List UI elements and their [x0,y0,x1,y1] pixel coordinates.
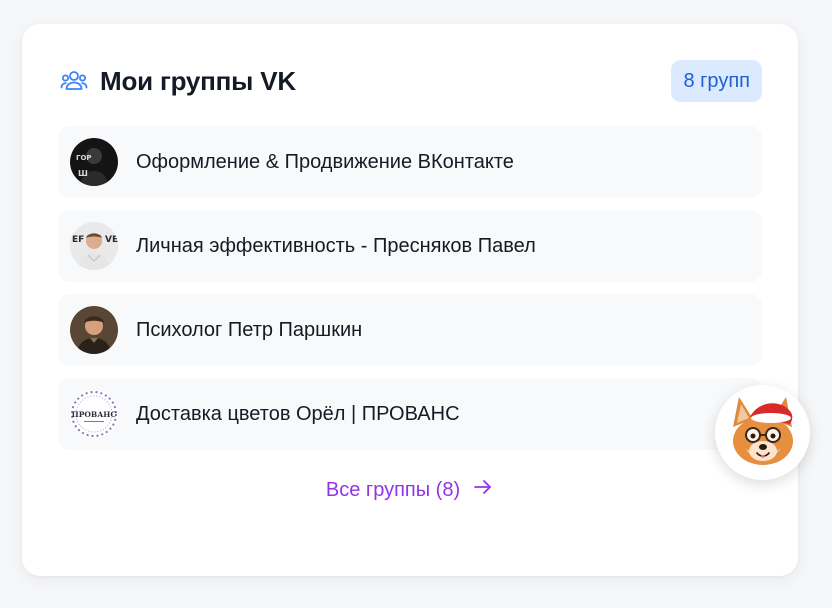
provance-logo-text: ПРОВАНС [72,410,117,419]
all-groups-link[interactable]: Все группы (8) [22,476,798,504]
svg-text:ГОР: ГОР [76,154,92,162]
group-item[interactable]: EF VE Личная эффективность - Пресняков П… [58,210,762,282]
group-name: Психолог Петр Паршкин [136,318,363,341]
group-list: ГОР Ш Оформление & Продвижение ВКонтакте… [58,126,762,462]
title-group: Мои группы VK [60,66,296,97]
card-title: Мои группы VK [100,65,296,96]
users-icon [60,67,88,95]
svg-text:EF: EF [72,235,84,245]
group-name: Личная эффективность - Пресняков Павел [136,234,536,257]
group-item[interactable]: ГОР Ш Оформление & Продвижение ВКонтакте [58,126,762,198]
groups-card: Мои группы VK 8 групп ГОР Ш Оформление &… [22,24,798,576]
group-name: Доставка цветов Орёл | ПРОВАНС [136,402,460,425]
man-portrait-avatar [70,306,118,354]
group-count-badge: 8 групп [671,60,762,102]
group-name: Оформление & Продвижение ВКонтакте [136,150,514,173]
arrow-right-icon [472,476,494,504]
card-header: Мои группы VK 8 групп [60,60,762,102]
corgi-santa-mascot-icon[interactable] [715,385,810,480]
svg-text:VE: VE [105,235,118,245]
provance-logo-avatar: ПРОВАНС [70,390,118,438]
man-portrait-avatar: EF VE [70,222,118,270]
dark-portrait-avatar: ГОР Ш [70,138,118,186]
svg-text:Ш: Ш [78,169,88,178]
all-groups-label: Все группы (8) [325,478,461,501]
group-item[interactable]: Психолог Петр Паршкин [58,294,762,366]
group-item[interactable]: ПРОВАНС Доставка цветов Орёл | ПРОВАНС [58,378,762,450]
